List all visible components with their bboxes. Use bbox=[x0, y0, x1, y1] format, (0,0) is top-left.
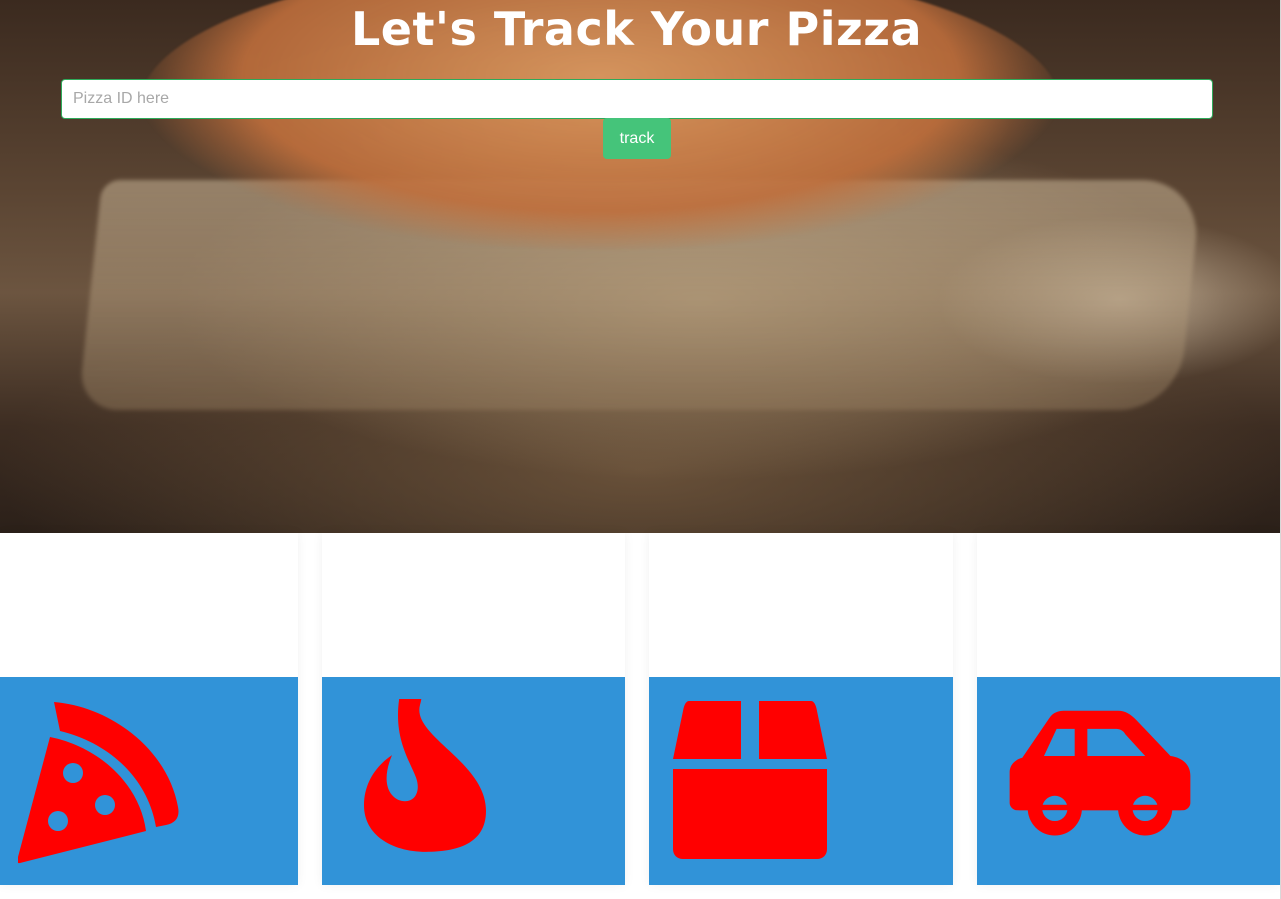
car-icon bbox=[1009, 710, 1191, 836]
page-title: Let's Track Your Pizza bbox=[350, 2, 923, 56]
track-button[interactable]: track bbox=[603, 118, 671, 159]
card-icon-panel bbox=[0, 677, 298, 885]
card-top-panel bbox=[0, 533, 298, 677]
status-card-delivering bbox=[977, 533, 1280, 885]
box-icon bbox=[673, 701, 827, 859]
card-top-panel bbox=[322, 533, 625, 677]
card-icon-panel bbox=[649, 677, 953, 885]
pizza-slice-icon bbox=[18, 702, 179, 864]
status-card-ordered bbox=[0, 533, 298, 885]
status-card-packed bbox=[649, 533, 953, 885]
card-top-panel bbox=[977, 533, 1280, 677]
card-top-panel bbox=[649, 533, 953, 677]
fire-icon bbox=[364, 699, 486, 852]
card-icon-panel bbox=[977, 677, 1280, 885]
pizza-id-input[interactable] bbox=[61, 79, 1213, 119]
card-icon-panel bbox=[322, 677, 625, 885]
hero-banner: Let's Track Your Pizza track bbox=[0, 0, 1281, 533]
status-card-baking bbox=[322, 533, 625, 885]
